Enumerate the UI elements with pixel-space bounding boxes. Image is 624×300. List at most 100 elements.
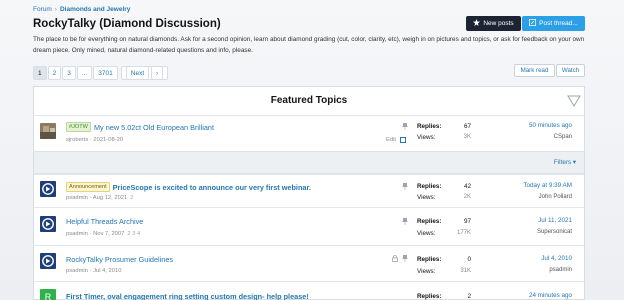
pin-icon xyxy=(402,218,408,227)
page-2[interactable]: 2 xyxy=(47,66,62,80)
thread-author[interactable]: sjroberts xyxy=(66,137,88,143)
pin-icon xyxy=(402,183,408,192)
mark-read-button[interactable]: Mark read xyxy=(514,64,555,77)
thread-author[interactable]: psadmin xyxy=(66,231,88,237)
last-post-time[interactable]: 50 minutes ago xyxy=(529,122,572,129)
views-count: 31K xyxy=(460,268,471,274)
thread-meta: sjroberts · 2021-08-20 xyxy=(66,137,124,143)
thread-row[interactable]: RockyTalky Prosumer Guidelines psadmin ·… xyxy=(34,245,584,281)
new-posts-icon xyxy=(473,19,481,28)
thread-date[interactable]: Aug 12, 2021 xyxy=(93,195,128,201)
replies-count: 42 xyxy=(463,183,471,190)
thread-meta: psadmin · Aug 12, 2021 2 xyxy=(66,195,134,201)
thread-title[interactable]: RockyTalky Prosumer Guidelines xyxy=(66,255,173,264)
next-label: Next xyxy=(125,66,150,80)
filter-icon[interactable] xyxy=(567,94,581,108)
caret-down-icon: ▾ xyxy=(572,159,576,166)
thread-pages[interactable]: 2 xyxy=(130,195,133,201)
views-count: 2K xyxy=(463,194,471,200)
thread-title-text[interactable]: Helpful Threads Archive xyxy=(66,217,143,226)
breadcrumb-forum[interactable]: Forum xyxy=(33,6,52,13)
filters-button[interactable]: Filters ▾ xyxy=(554,159,576,166)
last-post-time[interactable]: Jul 4, 2010 xyxy=(541,255,572,262)
new-posts-label: New posts xyxy=(483,20,514,27)
last-post-user[interactable]: John Pollard xyxy=(539,194,572,200)
replies-count: 2 xyxy=(467,293,471,300)
pin-icon xyxy=(402,255,408,264)
views-count: 177K xyxy=(456,230,471,236)
thread-title[interactable]: First Timer, oval engagement ring settin… xyxy=(66,292,309,300)
thread-row[interactable]: Helpful Threads Archive psadmin · Nov 7,… xyxy=(34,207,584,245)
thread-list: Featured Topics #JOTW My new 5.02ct Old … xyxy=(33,86,585,300)
last-post-user[interactable]: Supersonicat xyxy=(537,229,572,235)
replies-label: Replies: xyxy=(417,123,442,130)
page-3701[interactable]: 3701 xyxy=(93,66,118,80)
thread-row[interactable]: R First Timer, oval engagement ring sett… xyxy=(34,281,584,300)
thread-date[interactable]: Jul 4, 2010 xyxy=(93,268,121,274)
thread-row[interactable]: Announcement PriceScope is excited to an… xyxy=(34,174,584,207)
thread-title-text[interactable]: First Timer, oval engagement ring settin… xyxy=(66,292,309,300)
views-count: 3K xyxy=(463,134,471,140)
avatar[interactable] xyxy=(40,123,56,139)
views-label: Views: xyxy=(417,194,436,201)
pin-icon xyxy=(402,123,408,132)
edit-link[interactable]: Edit xyxy=(386,137,396,143)
thread-date[interactable]: Nov 7, 2007 xyxy=(93,231,124,237)
page-title: RockyTalky (Diamond Discussion) xyxy=(33,18,221,30)
chevron-right-icon: › xyxy=(150,66,164,80)
page: Forum › Diamonds and Jewelry RockyTalky (D… xyxy=(0,0,624,300)
thread-pages[interactable]: 2 3 4 xyxy=(127,231,140,237)
views-label: Views: xyxy=(417,268,436,275)
next-page-button[interactable]: Next › xyxy=(120,66,169,80)
replies-label: Replies: xyxy=(417,293,442,300)
lock-icon xyxy=(392,255,398,264)
replies-count: 97 xyxy=(463,218,471,225)
last-post-user[interactable]: CSpan xyxy=(554,134,572,140)
featured-topics-title: Featured Topics xyxy=(270,95,348,106)
forum-description: The place to be for everything on natura… xyxy=(33,36,585,54)
jotw-prefix[interactable]: #JOTW xyxy=(66,122,91,132)
post-thread-label: Post thread... xyxy=(539,20,578,27)
avatar[interactable]: R xyxy=(40,289,56,300)
avatar[interactable] xyxy=(40,216,56,232)
thread-author[interactable]: psadmin xyxy=(66,195,88,201)
featured-thread-row[interactable]: #JOTW My new 5.02ct Old European Brillia… xyxy=(34,115,584,151)
announcement-prefix[interactable]: Announcement xyxy=(66,182,110,192)
thread-title[interactable]: #JOTW My new 5.02ct Old European Brillia… xyxy=(66,122,214,132)
thread-title-text[interactable]: PriceScope is excited to announce our ve… xyxy=(113,183,311,192)
breadcrumb-diamonds[interactable]: Diamonds and Jewelry xyxy=(60,6,130,13)
page-1[interactable]: 1 xyxy=(33,66,47,80)
new-posts-button[interactable]: New posts xyxy=(466,16,521,31)
filters-label: Filters xyxy=(553,159,572,166)
replies-count: 67 xyxy=(463,123,471,130)
thread-meta: psadmin · Nov 7, 2007 2 3 4 xyxy=(66,231,141,237)
thread-title[interactable]: Announcement PriceScope is excited to an… xyxy=(66,182,311,192)
page-3[interactable]: 3 xyxy=(62,66,76,80)
avatar[interactable] xyxy=(40,181,56,197)
breadcrumb: Forum › Diamonds and Jewelry xyxy=(33,6,130,13)
pen-icon xyxy=(529,19,537,28)
avatar-letter: R xyxy=(44,292,52,300)
last-post-user[interactable]: psadmin xyxy=(549,267,572,273)
watch-button[interactable]: Watch xyxy=(556,64,585,77)
thread-title[interactable]: Helpful Threads Archive xyxy=(66,217,143,226)
page-ellipsis[interactable]: ... xyxy=(76,66,93,80)
avatar[interactable] xyxy=(40,253,56,269)
views-label: Views: xyxy=(417,134,436,141)
replies-label: Replies: xyxy=(417,256,442,263)
pagination: 1 2 3 ... 3701 Next › xyxy=(33,66,169,80)
thread-title-text[interactable]: RockyTalky Prosumer Guidelines xyxy=(66,255,173,264)
post-thread-button[interactable]: Post thread... xyxy=(522,16,585,31)
replies-label: Replies: xyxy=(417,183,442,190)
select-checkbox[interactable] xyxy=(400,137,406,143)
thread-title-text[interactable]: My new 5.02ct Old European Brilliant xyxy=(94,123,214,132)
thread-date[interactable]: 2021-08-20 xyxy=(93,137,123,143)
replies-label: Replies: xyxy=(417,218,442,225)
last-post-time[interactable]: Jul 11, 2021 xyxy=(538,217,572,224)
views-label: Views: xyxy=(417,230,436,237)
last-post-time[interactable]: Today at 9:39 AM xyxy=(523,182,572,189)
thread-author[interactable]: psadmin xyxy=(66,268,88,274)
last-post-time[interactable]: 24 minutes ago xyxy=(529,292,572,299)
replies-count: 0 xyxy=(467,256,471,263)
filter-bar: Filters ▾ xyxy=(34,151,584,174)
